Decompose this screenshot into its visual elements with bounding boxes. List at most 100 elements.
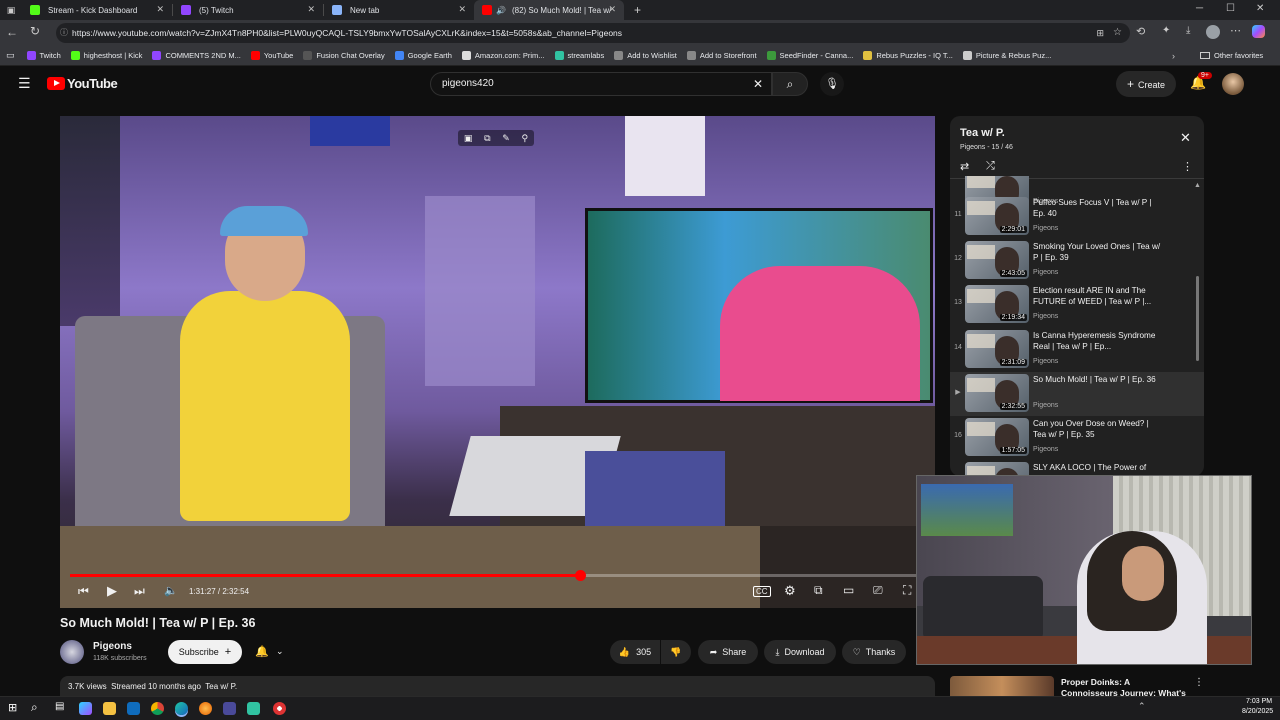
new-tab-button[interactable]: +	[634, 3, 641, 17]
miniplayer-icon[interactable]: ⧉	[814, 583, 823, 598]
close-icon[interactable]: ✕	[307, 4, 315, 15]
site-info-icon[interactable]: ⓘ	[60, 23, 68, 43]
window-close-icon[interactable]: ✕	[1256, 3, 1264, 14]
clear-search-icon[interactable]: ✕	[753, 73, 763, 95]
playlist-item[interactable]: 13 2:19:34 Election result ARE IN and The …	[950, 283, 1204, 327]
tab-kick-dashboard[interactable]: Stream - Kick Dashboard ✕	[22, 0, 172, 20]
cast-icon[interactable]: ⎚	[873, 583, 883, 598]
app-icon[interactable]	[223, 702, 236, 715]
overlay-tool-icon[interactable]: ▣	[464, 133, 473, 144]
like-button[interactable]: 👍 305	[610, 640, 660, 664]
progress-bar[interactable]	[70, 570, 925, 581]
bookmark-item[interactable]: Picture & Rebus Puz...	[962, 51, 1051, 60]
bookmark-item[interactable]: Fusion Chat Overlay	[303, 51, 385, 60]
thanks-button[interactable]: ♡ Thanks	[842, 640, 906, 664]
edge-icon[interactable]	[175, 702, 188, 715]
theater-mode-icon[interactable]: ▭	[843, 583, 854, 597]
overlay-tool-icon[interactable]: ✎	[502, 133, 510, 144]
create-button[interactable]: + Create	[1116, 71, 1176, 97]
notification-settings-icon[interactable]: 🔔	[255, 645, 269, 658]
search-button[interactable]: ⌕	[772, 72, 808, 96]
search-input[interactable]: pigeons420 ✕	[430, 72, 772, 96]
close-icon[interactable]: ✕	[156, 4, 164, 15]
recommended-title[interactable]: Proper Doinks: A Connoisseurs Journey: W…	[1061, 677, 1186, 696]
youtube-logo[interactable]: YouTube	[47, 76, 118, 91]
account-avatar[interactable]	[1222, 73, 1244, 95]
url-field[interactable]: ⓘ https://www.youtube.com/watch?v=ZJmX4Tn…	[56, 23, 1130, 43]
reload-icon[interactable]: ↻	[30, 24, 40, 38]
description-box[interactable]: 3.7K views Streamed 10 months ago Tea w/…	[60, 676, 935, 696]
volume-icon[interactable]: 🔈	[164, 584, 178, 597]
menu-icon[interactable]: ⋯	[1230, 24, 1241, 37]
bookmark-item[interactable]: Google Earth	[394, 51, 452, 60]
firefox-icon[interactable]	[199, 702, 212, 715]
download-button[interactable]: ⤓ Download	[764, 640, 836, 664]
taskbar-clock-time[interactable]: 7:03 PM	[1246, 698, 1272, 705]
dislike-button[interactable]: 👎	[661, 640, 691, 664]
chrome-icon[interactable]	[151, 702, 164, 715]
bookmark-item[interactable]: highesthost | Kick	[70, 51, 142, 60]
overlay-tool-icon[interactable]: ⧉	[484, 133, 490, 144]
bookmark-item[interactable]: Amazon.com: Prim...	[461, 51, 545, 60]
bookmark-item[interactable]: Twitch	[26, 51, 61, 60]
start-icon[interactable]: ⊞	[8, 701, 17, 714]
close-icon[interactable]: ✕	[608, 4, 616, 15]
playlist-item[interactable]: 12 2:43:05 Smoking Your Loved Ones | Tea w…	[950, 239, 1204, 283]
other-favorites[interactable]: Other favorites	[1200, 51, 1263, 60]
obs-icon[interactable]	[273, 702, 286, 715]
outlook-icon[interactable]	[127, 702, 140, 715]
playlist-title[interactable]: Tea w/ P.	[960, 127, 1005, 139]
channel-avatar[interactable]	[60, 640, 84, 664]
playlist-item[interactable]: 16 1:57:05 Can you Over Dose on Weed? | Te…	[950, 416, 1204, 460]
captions-icon[interactable]: CC	[753, 586, 771, 597]
bookmark-item[interactable]: COMMENTS 2ND M...	[152, 51, 241, 60]
settings-gear-icon[interactable]: ⚙	[784, 583, 796, 599]
shuffle-icon[interactable]: ⤮	[986, 160, 995, 173]
audio-icon[interactable]: 🔊	[496, 6, 506, 15]
tab-new-tab[interactable]: New tab ✕	[324, 0, 474, 20]
close-icon[interactable]: ✕	[1180, 130, 1191, 146]
scroll-up-icon[interactable]: ▲	[1194, 182, 1201, 189]
subscribe-button[interactable]: Subscribe +	[168, 640, 242, 664]
next-icon[interactable]: ⏭	[134, 584, 145, 599]
bookmarks-folder-icon[interactable]: ▭	[6, 50, 15, 61]
tab-twitch[interactable]: (5) Twitch ✕	[173, 0, 323, 20]
extension-puzzle-icon[interactable]: ✦	[1162, 25, 1170, 36]
close-icon[interactable]: ✕	[458, 4, 466, 15]
bookmark-item[interactable]: SeedFinder - Canna...	[766, 51, 853, 60]
maximize-icon[interactable]: ☐	[1226, 3, 1235, 14]
tray-chevron-icon[interactable]: ⌃	[1138, 701, 1146, 712]
back-icon[interactable]: ←	[6, 25, 18, 39]
playlist-item[interactable]: ▶ 2:32:55 So Much Mold! | Tea w/ P | Ep. 3…	[950, 372, 1204, 416]
tab-actions-icon[interactable]: ▣	[0, 5, 22, 16]
bookmark-item[interactable]: Add to Storefront	[686, 51, 757, 60]
play-icon[interactable]: ▶	[107, 583, 117, 599]
task-view-icon[interactable]: ▤	[55, 701, 64, 712]
bookmark-item[interactable]: streamlabs	[554, 51, 604, 60]
tab-youtube-active[interactable]: 🔊 (82) So Much Mold! | Tea w/✕	[474, 0, 624, 20]
loop-icon[interactable]: ⇄	[960, 160, 969, 173]
bookmark-item[interactable]: Add to Wishlist	[614, 51, 677, 60]
previous-icon[interactable]: ⏮	[78, 584, 89, 599]
playlist-item[interactable]: SLY AKA LOCO | The Power of	[950, 460, 1204, 476]
copilot-icon[interactable]	[1252, 25, 1265, 38]
playlist-item[interactable]: 11 2:29:01 Puffco Sues Focus V | Tea w/ P …	[950, 195, 1204, 239]
bookmark-item[interactable]: YouTube	[250, 51, 293, 60]
overlay-tool-icon[interactable]: ⚲	[522, 133, 529, 144]
copilot-taskbar-icon[interactable]	[79, 702, 92, 715]
share-button[interactable]: ➦ Share	[698, 640, 758, 664]
recommended-thumbnail[interactable]	[950, 676, 1054, 696]
apps-icon[interactable]: ⊞	[1096, 23, 1104, 43]
minimize-icon[interactable]: ─	[1196, 3, 1203, 14]
taskbar-search-icon[interactable]: ⌕	[31, 700, 38, 715]
fullscreen-icon[interactable]: ⛶	[903, 583, 911, 598]
more-options-icon[interactable]: ⋮	[1194, 677, 1204, 688]
more-options-icon[interactable]: ⋮	[1182, 160, 1193, 173]
streamlabs-icon[interactable]	[247, 702, 260, 715]
bookmark-item[interactable]: Rebus Puzzles - IQ T...	[863, 51, 953, 60]
chevron-right-icon[interactable]: ›	[1172, 51, 1175, 61]
extensions-icon[interactable]: ⟲	[1136, 25, 1145, 38]
hamburger-menu-icon[interactable]: ☰	[18, 75, 31, 92]
profile-avatar[interactable]	[1206, 25, 1220, 39]
star-icon[interactable]: ☆	[1113, 23, 1122, 43]
